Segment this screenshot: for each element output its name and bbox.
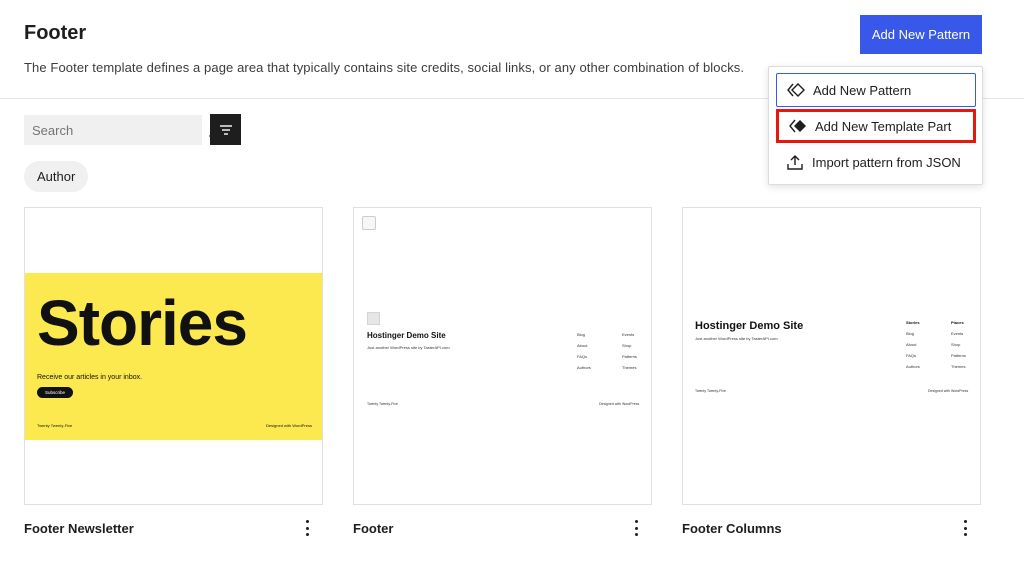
menu-item-add-new-template-part[interactable]: Add New Template Part xyxy=(776,109,976,143)
preview-footer-left: Twenty Twenty-Five xyxy=(37,423,73,428)
author-filter-chip[interactable]: Author xyxy=(24,161,89,192)
search-box[interactable] xyxy=(24,115,223,145)
preview-footer-right: Designed with WordPress xyxy=(266,423,312,428)
preview-footer-right: Designed with WordPress xyxy=(928,389,969,393)
card-title[interactable]: Footer Newsletter xyxy=(24,521,134,536)
more-options-icon[interactable] xyxy=(300,517,314,539)
preview-tagline: Just another WordPress site by TasterAPI… xyxy=(695,336,778,341)
preview-headline: Stories xyxy=(37,287,248,359)
preview-footer-right: Designed with WordPress xyxy=(599,402,640,406)
menu-item-label: Add New Template Part xyxy=(815,118,952,134)
menu-item-add-new-pattern[interactable]: Add New Pattern xyxy=(776,73,976,107)
preview-links-column-2: Events Shop Patterns Themes xyxy=(622,332,637,370)
add-new-dropdown-menu: Add New Pattern Add New Template Part Im… xyxy=(768,66,983,185)
filter-button[interactable] xyxy=(210,114,241,145)
more-options-icon[interactable] xyxy=(629,517,643,539)
preview-links-column-2: Places Events Shop Patterns Themes xyxy=(951,320,966,369)
menu-item-label: Add New Pattern xyxy=(813,82,912,98)
search-input[interactable] xyxy=(32,122,208,138)
more-options-icon[interactable] xyxy=(958,517,972,539)
menu-item-label: Import pattern from JSON xyxy=(812,154,961,170)
card-title[interactable]: Footer xyxy=(353,521,393,536)
pattern-outline-icon xyxy=(787,81,805,99)
pattern-card-footer-columns[interactable]: Hostinger Demo Site Just another WordPre… xyxy=(682,207,981,505)
preview-site-logo xyxy=(367,312,380,325)
filter-icon xyxy=(219,124,232,135)
preview-footer-left: Twenty Twenty-Five xyxy=(695,389,726,393)
add-new-pattern-button[interactable]: Add New Pattern xyxy=(860,15,982,54)
preview-checkbox xyxy=(362,216,376,230)
menu-item-import-pattern-json[interactable]: Import pattern from JSON xyxy=(776,145,976,179)
page-description: The Footer template defines a page area … xyxy=(24,60,745,75)
preview-links-column-1: Stories Blog About FAQs Authors xyxy=(906,320,920,369)
preview-site-name: Hostinger Demo Site xyxy=(367,331,446,340)
preview-footer-left: Twenty Twenty-Five xyxy=(367,402,398,406)
upload-icon xyxy=(786,153,804,171)
newsletter-preview: Stories Receive our articles in your inb… xyxy=(25,273,322,440)
card-title[interactable]: Footer Columns xyxy=(682,521,782,536)
preview-subscribe-button: Subscribe xyxy=(37,387,74,398)
pattern-card-footer-newsletter[interactable]: Stories Receive our articles in your inb… xyxy=(24,207,323,505)
template-part-solid-icon xyxy=(789,117,807,135)
preview-site-name: Hostinger Demo Site xyxy=(695,320,804,332)
preview-tagline: Just another WordPress site by TasterAPI… xyxy=(367,345,450,350)
pattern-card-footer[interactable]: Hostinger Demo Site Just another WordPre… xyxy=(353,207,652,505)
page-title: Footer xyxy=(24,22,87,44)
preview-subtext: Receive our articles in your inbox. xyxy=(37,374,143,381)
preview-links-column-1: Blog About FAQs Authors xyxy=(577,332,591,370)
